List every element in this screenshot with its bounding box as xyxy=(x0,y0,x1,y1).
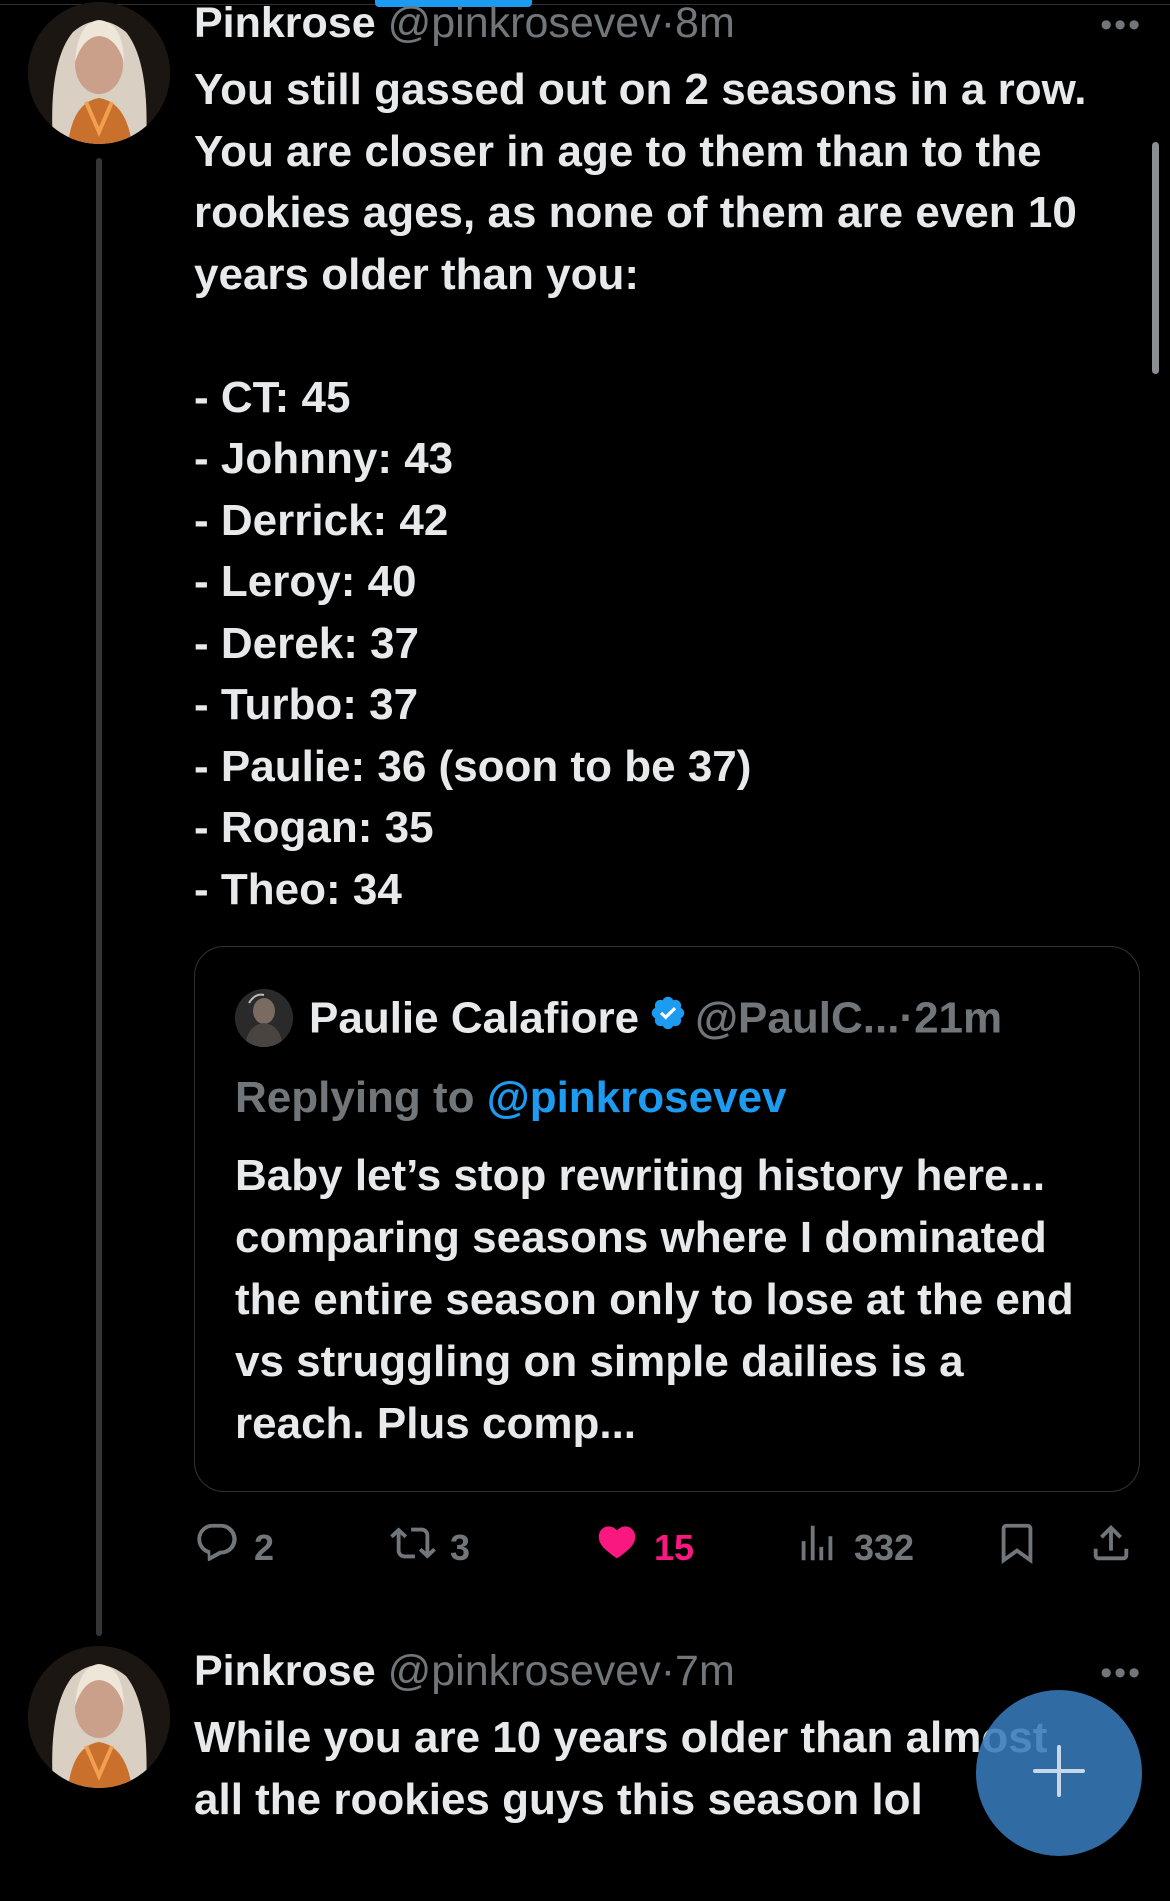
age-list-item: - Johnny: 43 xyxy=(194,434,454,483)
repost-button[interactable]: 3 xyxy=(390,1520,470,1575)
age-list-item: - Turbo: 37 xyxy=(194,680,419,729)
quote-avatar xyxy=(235,989,293,1047)
verified-icon xyxy=(649,991,687,1045)
tweet-header: Pinkrose @pinkrosevev·7m xyxy=(194,1646,735,1696)
quote-text: Baby let’s stop rewriting history here..… xyxy=(235,1151,1074,1448)
display-name[interactable]: Pinkrose xyxy=(194,1647,376,1695)
age-list-item: - Leroy: 40 xyxy=(194,557,417,606)
avatar[interactable] xyxy=(28,1646,170,1788)
action-bar: 2 3 15 332 xyxy=(194,1520,1140,1570)
share-icon xyxy=(1088,1520,1148,1575)
compose-button[interactable] xyxy=(976,1690,1142,1856)
user-handle[interactable]: @pinkrosevev xyxy=(388,1647,661,1695)
tweet-text: While you are 10 years older than almost… xyxy=(194,1713,1048,1824)
tweet[interactable]: Pinkrose @pinkrosevev·8m ••• You still g… xyxy=(0,0,1170,1640)
tweet-text: You still gassed out on 2 seasons in a r… xyxy=(194,59,1134,920)
reply-icon xyxy=(194,1520,254,1575)
age-list-item: - Derek: 37 xyxy=(194,618,420,668)
age-list-item: - Theo: 34 xyxy=(194,864,402,914)
quote-display-name: Paulie Calafiore xyxy=(309,993,640,1043)
quote-timestamp: 21m xyxy=(914,993,1003,1043)
separator-dot: · xyxy=(660,1647,676,1695)
replying-handle-link[interactable]: @pinkrosevev xyxy=(487,1073,787,1122)
separator-dot: · xyxy=(899,993,915,1043)
tweet-header: Pinkrose @pinkrosevev·8m xyxy=(194,0,735,48)
age-list-item: - Paulie: 36 (soon to be 37) xyxy=(194,741,752,791)
timestamp[interactable]: 7m xyxy=(675,1647,735,1695)
repost-icon xyxy=(390,1520,450,1575)
age-list-item: - Rogan: 35 xyxy=(194,803,434,852)
share-button[interactable] xyxy=(1088,1520,1148,1575)
age-list-item: - CT: 45 xyxy=(194,372,351,422)
user-handle[interactable]: @pinkrosevev xyxy=(388,0,661,47)
age-list-item: - Derrick: 42 xyxy=(194,495,449,545)
quote-handle: @PaulC... xyxy=(695,993,900,1043)
bookmark-icon xyxy=(994,1520,1054,1575)
quote-header: Paulie Calafiore @PaulC...·21m xyxy=(309,991,1002,1051)
avatar[interactable] xyxy=(28,2,170,144)
like-button[interactable]: 15 xyxy=(594,1520,694,1575)
timestamp[interactable]: 8m xyxy=(675,0,735,47)
repost-count: 3 xyxy=(450,1526,471,1568)
quoted-tweet[interactable]: Paulie Calafiore @PaulC...·21m Replying t… xyxy=(194,946,1140,1492)
reply-button[interactable]: 2 xyxy=(194,1520,274,1575)
display-name[interactable]: Pinkrose xyxy=(194,0,376,47)
bookmark-button[interactable] xyxy=(994,1520,1054,1575)
more-options-icon[interactable]: ••• xyxy=(1100,6,1142,45)
compose-plus-icon xyxy=(1029,1741,1089,1806)
replying-to: Replying to @pinkrosevev xyxy=(235,1071,787,1125)
separator-dot: · xyxy=(660,0,676,47)
views-count: 332 xyxy=(854,1526,915,1568)
replying-prefix: Replying to xyxy=(235,1073,475,1122)
reply-count: 2 xyxy=(254,1526,275,1568)
heart-icon xyxy=(594,1520,654,1575)
like-count: 15 xyxy=(654,1526,695,1568)
thread-line xyxy=(96,158,102,1636)
more-options-icon[interactable]: ••• xyxy=(1100,1654,1142,1693)
views-button[interactable]: 332 xyxy=(794,1520,914,1575)
tweet-paragraph: You still gassed out on 2 seasons in a r… xyxy=(194,65,1087,299)
views-icon xyxy=(794,1520,854,1575)
